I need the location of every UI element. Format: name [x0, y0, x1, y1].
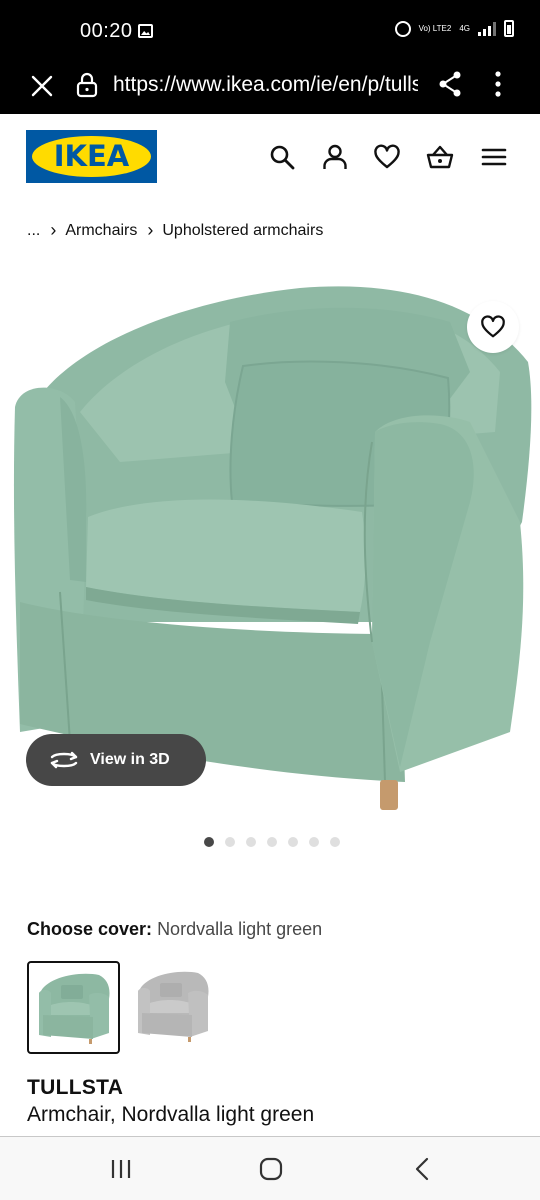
- status-indicators: Vo) LTE2 4G: [394, 20, 514, 37]
- carousel-dot[interactable]: [330, 837, 340, 847]
- chevron-right-icon: ›: [50, 220, 57, 240]
- carousel-dot[interactable]: [288, 837, 298, 847]
- view-in-3d-label: View in 3D: [90, 751, 170, 768]
- gallery-icon: [138, 24, 153, 38]
- signal-icon: [478, 21, 496, 36]
- product-description: Armchair, Nordvalla light green: [27, 1103, 315, 1126]
- recents-icon[interactable]: [108, 1157, 134, 1181]
- browser-toolbar: https://www.ikea.com/ie/en/p/tullsta: [0, 62, 540, 114]
- view-in-3d-button[interactable]: View in 3D: [26, 734, 206, 786]
- network-type-indicator: 4G: [459, 23, 470, 33]
- cover-swatch-grey[interactable]: [128, 961, 221, 1054]
- armchair-thumbnail: [39, 973, 110, 1044]
- ikea-logo[interactable]: IKEA: [26, 130, 157, 183]
- heart-icon[interactable]: [373, 143, 401, 171]
- home-icon[interactable]: [258, 1157, 284, 1181]
- volte-indicator: Vo) LTE2: [418, 23, 452, 33]
- lock-icon[interactable]: [76, 72, 98, 98]
- alarm-icon: [394, 20, 411, 37]
- selected-cover-value: Nordvalla light green: [157, 919, 323, 939]
- breadcrumb-ellipsis[interactable]: ...: [27, 222, 40, 240]
- logo-text: IKEA: [53, 139, 130, 173]
- heart-icon: [481, 315, 505, 338]
- breadcrumb-armchairs[interactable]: Armchairs: [65, 222, 137, 240]
- choose-cover: Choose cover: Nordvalla light green: [27, 919, 322, 940]
- image-carousel-indicator: [204, 837, 340, 847]
- status-time: 00:20: [80, 20, 133, 42]
- close-icon[interactable]: [28, 72, 56, 100]
- breadcrumb-upholstered-armchairs[interactable]: Upholstered armchairs: [162, 222, 323, 240]
- user-icon[interactable]: [321, 143, 349, 171]
- breadcrumb: ... › Armchairs › Upholstered armchairs: [27, 220, 323, 241]
- back-icon[interactable]: [410, 1157, 436, 1181]
- cover-swatch-light-green[interactable]: [27, 961, 120, 1054]
- carousel-dot[interactable]: [246, 837, 256, 847]
- armchair-thumbnail: [138, 971, 209, 1042]
- carousel-dot[interactable]: [267, 837, 277, 847]
- product-name: TULLSTA: [27, 1076, 124, 1099]
- search-icon[interactable]: [268, 143, 296, 171]
- url-field[interactable]: https://www.ikea.com/ie/en/p/tullsta: [113, 73, 418, 97]
- system-navigation-bar: [0, 1136, 540, 1200]
- carousel-dot[interactable]: [309, 837, 319, 847]
- battery-icon: [504, 20, 514, 37]
- menu-icon[interactable]: [480, 143, 508, 171]
- share-icon[interactable]: [437, 70, 463, 98]
- chevron-right-icon: ›: [147, 220, 154, 240]
- add-to-favourites-button[interactable]: [467, 301, 519, 353]
- site-header: IKEA: [0, 114, 540, 206]
- choose-cover-label: Choose cover:: [27, 919, 153, 939]
- rotate-3d-icon: [50, 751, 78, 769]
- status-bar: 00:20 Vo) LTE2 4G: [0, 0, 540, 62]
- carousel-dot[interactable]: [204, 837, 214, 847]
- carousel-dot[interactable]: [225, 837, 235, 847]
- basket-icon[interactable]: [426, 143, 454, 171]
- more-vertical-icon[interactable]: [488, 70, 508, 98]
